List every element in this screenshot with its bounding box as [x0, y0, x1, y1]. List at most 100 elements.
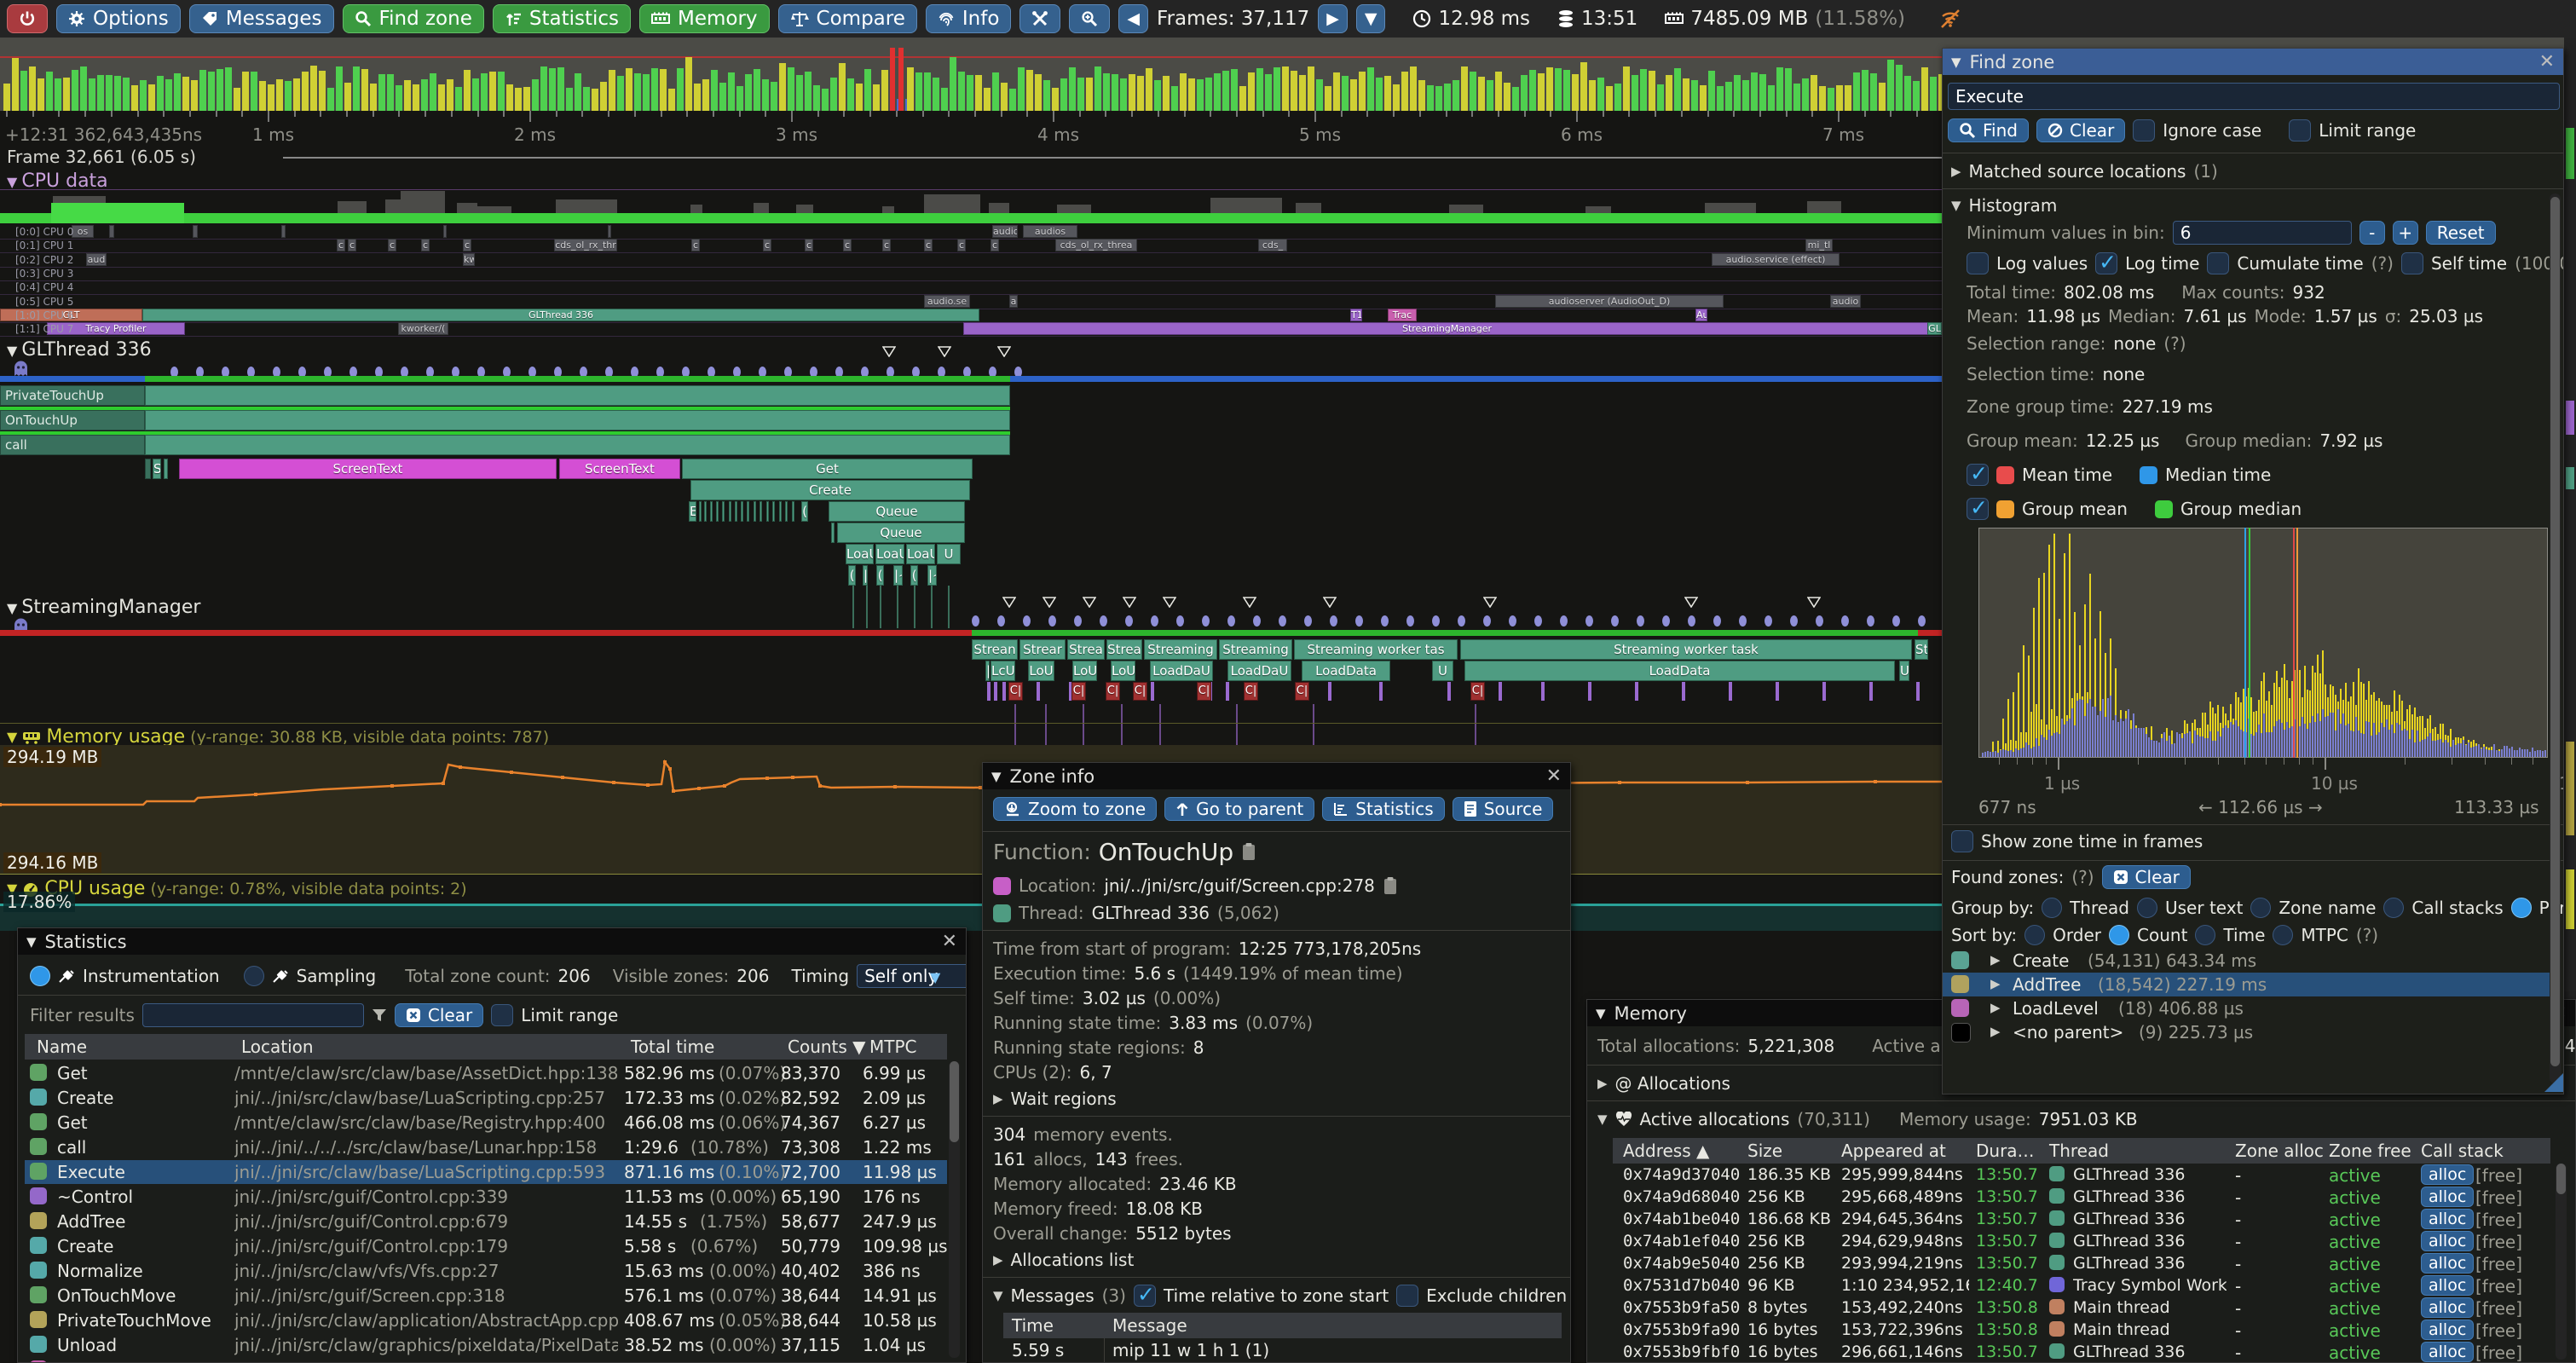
timeline-zone-loaddau[interactable]: LoadDaU: [1150, 661, 1213, 681]
cpu-zone-c[interactable]: c: [763, 239, 771, 251]
frame-bar[interactable]: [1035, 74, 1042, 111]
frame-bar[interactable]: [1026, 70, 1033, 111]
frame-bar[interactable]: [1418, 80, 1425, 111]
frame-bar[interactable]: [97, 75, 104, 111]
section-header-cpu-usage[interactable]: ▼ CPU usage (y-range: 0.78%, visible dat…: [7, 878, 467, 899]
frame-bar[interactable]: [140, 80, 147, 111]
frame-bar[interactable]: [907, 67, 914, 111]
timeline-zone[interactable]: [772, 501, 775, 522]
frame-bar[interactable]: [404, 80, 411, 111]
cpu-zone-au[interactable]: Au: [1695, 309, 1707, 321]
sample-dot[interactable]: [1918, 615, 1926, 627]
frame-bar[interactable]: [788, 67, 794, 111]
cpu-zone[interactable]: [193, 225, 198, 238]
alloc-callstack-button[interactable]: alloc: [2421, 1342, 2474, 1362]
timeline-zone[interactable]: [735, 501, 737, 522]
frame-bar[interactable]: [975, 75, 982, 111]
cpu-zone-kworker-[interactable]: kworker/(: [398, 322, 448, 335]
frame-bar[interactable]: [344, 83, 351, 111]
frame-bar[interactable]: [1580, 62, 1587, 111]
frame-bar[interactable]: [575, 73, 581, 111]
frame-bar[interactable]: [549, 68, 556, 111]
frame-bar[interactable]: [1197, 79, 1204, 111]
frame-bar[interactable]: [353, 66, 360, 111]
radio-button[interactable]: [30, 966, 50, 986]
frame-bar[interactable]: [540, 66, 547, 111]
memory-button[interactable]: Memory: [639, 4, 770, 33]
frame-bar[interactable]: [1734, 75, 1741, 111]
sample-dot[interactable]: [972, 615, 979, 627]
frame-bar[interactable]: [293, 78, 300, 111]
column-header[interactable]: Dura…: [1976, 1141, 2035, 1161]
frame-bar[interactable]: [728, 72, 735, 111]
frame-bar[interactable]: [1793, 84, 1800, 111]
timeline-zone-loaddau[interactable]: LoadDaU: [1227, 661, 1291, 681]
allocation-row[interactable]: 0x74a9d68040256 KB295,668,489ns13:50.7GL…: [1613, 1186, 2550, 1208]
frame-bar[interactable]: [191, 80, 198, 111]
column-header[interactable]: Appeared at: [1841, 1141, 1946, 1161]
frame-bar[interactable]: [242, 72, 249, 111]
timeline-zone[interactable]: [145, 385, 1010, 406]
checkbox[interactable]: [1134, 1285, 1156, 1307]
frame-bar[interactable]: [1325, 86, 1331, 111]
frame-bar[interactable]: [1887, 60, 1894, 111]
frame-bar[interactable]: [72, 70, 78, 111]
radio-button[interactable]: [2137, 898, 2157, 918]
compare-button[interactable]: Compare: [778, 4, 917, 33]
frame-bar[interactable]: [148, 84, 155, 111]
checkbox[interactable]: [491, 1004, 513, 1026]
frame-bar[interactable]: [1103, 73, 1110, 111]
timeline-zone-lou[interactable]: LoU: [1028, 661, 1054, 681]
frame-bar[interactable]: [1001, 83, 1008, 111]
frame-bar[interactable]: [1265, 74, 1272, 111]
frame-bar[interactable]: [1930, 77, 1937, 111]
frame-dropdown-button[interactable]: ▼: [1356, 4, 1386, 33]
frame-bar[interactable]: [1444, 84, 1451, 111]
frame-bar[interactable]: [1163, 76, 1170, 111]
expander-icon[interactable]: ▶: [993, 1091, 1003, 1106]
cpu-zone-mi-tl[interactable]: mi_tl: [1805, 239, 1833, 251]
allocation-row[interactable]: 0x74ab9e5040256 KB293,994,219ns13:50.7GL…: [1613, 1252, 2550, 1274]
timeline-zone-strea[interactable]: Strea: [1106, 639, 1142, 660]
frame-bar[interactable]: [1828, 88, 1834, 111]
frame-bar[interactable]: [1291, 71, 1297, 111]
found-zone-row-Create[interactable]: ▶Create(54,131) 643.34 ms: [1943, 949, 2551, 973]
frame-bar[interactable]: [378, 74, 385, 111]
frame-bar[interactable]: [234, 88, 240, 111]
statistics-row-get[interactable]: Get/mnt/e/claw/src/claw/base/AssetDict.h…: [25, 1061, 947, 1085]
checkbox[interactable]: [2095, 252, 2117, 274]
lock-mark[interactable]: [1447, 682, 1451, 701]
timeline-zone-queue[interactable]: Queue: [837, 523, 965, 543]
frame-bar[interactable]: [1248, 72, 1255, 111]
section-header-glthread[interactable]: ▼ GLThread 336: [7, 339, 152, 376]
find-zone-titlebar[interactable]: ▼Find zone✕: [1943, 49, 2563, 75]
cpu-zone-c[interactable]: c: [805, 239, 813, 251]
lock-mark[interactable]: [1869, 682, 1873, 701]
timeline-zone-loaup[interactable]: LoaUp: [875, 544, 904, 564]
frame-bar[interactable]: [1555, 68, 1562, 111]
cpu-zone[interactable]: [443, 225, 447, 238]
frame-bar[interactable]: [1274, 67, 1280, 111]
frame-bar[interactable]: [660, 69, 667, 111]
frame-bar[interactable]: [55, 78, 61, 111]
info-button[interactable]: Info: [926, 4, 1012, 33]
sample-dot[interactable]: [1125, 615, 1133, 627]
allocation-row[interactable]: 0x74ab1ef040256 KB294,629,948ns13:50.7GL…: [1613, 1230, 2550, 1252]
frame-bar[interactable]: [276, 79, 283, 111]
cpu-zone-kw[interactable]: kw: [463, 253, 475, 266]
lock-mark[interactable]: [987, 682, 991, 701]
cpu-zone-c[interactable]: c: [388, 239, 396, 251]
checkbox[interactable]: [1967, 464, 1989, 486]
timeline-zone-streaming[interactable]: Streaming: [1219, 639, 1292, 660]
frame-bar[interactable]: [754, 69, 760, 111]
expander-icon[interactable]: ▶: [993, 1252, 1003, 1268]
cpu-zone-a[interactable]: a: [1009, 295, 1018, 308]
frame-bar[interactable]: [1546, 67, 1553, 111]
frame-bar[interactable]: [1316, 79, 1323, 111]
allocation-row[interactable]: 0x7553b9fa508 bytes153,492,240ns13:50.8M…: [1613, 1297, 2550, 1319]
frame-bar[interactable]: [1853, 72, 1860, 111]
radio-button[interactable]: [2273, 925, 2293, 945]
frame-bar[interactable]: [1563, 70, 1570, 111]
frame-bar[interactable]: [1435, 86, 1442, 111]
frame-bar[interactable]: [1674, 68, 1681, 111]
